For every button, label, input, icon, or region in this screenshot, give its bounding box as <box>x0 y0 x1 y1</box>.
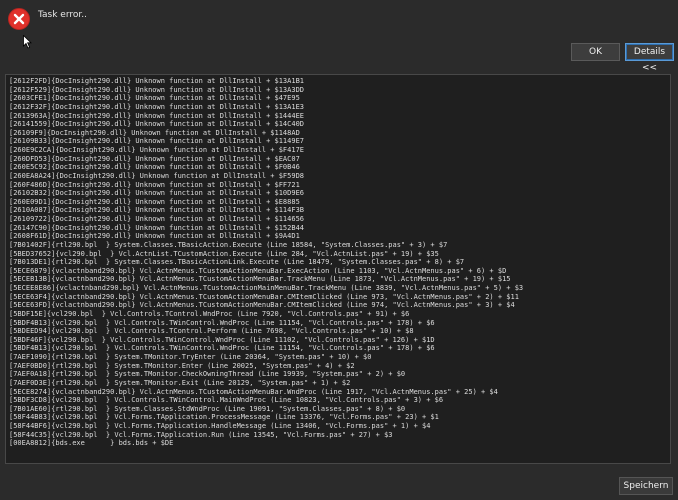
log-line: [26109B33]{DocInsight290.dll} Unknown fu… <box>9 137 305 146</box>
details-button[interactable]: Details << <box>625 43 674 73</box>
log-line: [5BED37652]{vcl290.bpl } Vcl.ActnList.TC… <box>9 249 439 258</box>
log-line: [26109F9]{DocInsight290.dll} Unknown fun… <box>9 128 300 137</box>
log-line: [5BDEED94]{vcl290.bpl } Vcl.Controls.TCo… <box>9 327 414 336</box>
log-line: [5ECE8274]{vclactnband290.bpl} Vcl.ActnM… <box>9 387 498 396</box>
log-line: [58F44B83]{vcl290.bpl } Vcl.Forms.TAppli… <box>9 413 439 422</box>
log-line: [260EA8A24]{DocInsight290.dll} Unknown f… <box>9 171 305 180</box>
log-line: [5ECE63FD]{vclactnband290.bpl} Vcl.ActnM… <box>9 301 515 310</box>
log-line: [00EA8812]{bds.exe } bds.bds + $DE <box>9 439 174 448</box>
log-line: [2612F2FD]{DocInsight290.dll} Unknown fu… <box>9 77 305 85</box>
log-line: [26102B32]{DocInsight290.dll} Unknown fu… <box>9 189 305 198</box>
log-line: [2610A087]{DocInsight290.dll} Unknown fu… <box>9 206 305 215</box>
log-line: [7B01402F]{rtl290.bpl } System.Classes.T… <box>9 240 448 249</box>
log-line: [2613963A]{DocInsight290.dll} Unknown fu… <box>9 111 305 120</box>
log-line: [26109722]{DocInsight290.dll} Unknown fu… <box>9 215 305 223</box>
log-line: [2608F61D]{DocInsight290.dll} Unknown fu… <box>9 232 300 241</box>
log-line: [7AEF1090]{rtl290.bpl } System.TMonitor.… <box>9 353 372 361</box>
log-line: [5ECE63F4]{vclactnband290.bpl} Vcl.ActnM… <box>9 292 519 301</box>
log-line: [2612F32F]{DocInsight290.dll} Unknown fu… <box>9 102 305 111</box>
error-icon <box>8 8 30 30</box>
log-line: [5ECE6879]{vclactnband290.bpl} Vcl.ActnM… <box>9 266 507 275</box>
log-line: [26147C90]{DocInsight290.dll} Unknown fu… <box>9 223 305 232</box>
log-line: [260E9C2CA]{DocInsight290.dll} Unknown f… <box>9 146 305 154</box>
mouse-cursor-icon <box>23 34 33 53</box>
error-log-textarea[interactable]: [2612F2FD]{DocInsight290.dll} Unknown fu… <box>5 74 671 464</box>
save-button[interactable]: Speichern <box>619 477 673 495</box>
log-line: [26141559]{DocInsight290.dll} Unknown fu… <box>9 120 305 129</box>
log-line: [260F486D]{DocInsight290.dll} Unknown fu… <box>9 180 300 189</box>
log-line: [260E5C92]{DocInsight290.dll} Unknown fu… <box>9 163 300 172</box>
log-line: [2603CFE1]{DocInsight290.dll} Unknown fu… <box>9 94 300 103</box>
log-line: [5ECEE8E86]{vclactnband290.bpl} Vcl.Actn… <box>9 284 524 292</box>
log-line: [5BDF4B13]{vcl290.bpl } Vcl.Controls.TWi… <box>9 344 435 353</box>
ok-button[interactable]: OK <box>571 43 620 61</box>
log-line: [7B013DE1]{rtl290.bpl } System.Classes.T… <box>9 258 465 267</box>
log-line: [58F44C35]{vcl290.bpl } Vcl.Forms.TAppli… <box>9 430 393 439</box>
log-line: [5BDF4B13]{vcl290.bpl } Vcl.Controls.TWi… <box>9 318 435 327</box>
log-line: [7AEF0A18]{rtl290.bpl } System.TMonitor.… <box>9 370 406 379</box>
log-line: [5ECEB13B]{vclactnband290.bpl} Vcl.ActnM… <box>9 275 511 284</box>
dialog-title: Task error.. <box>38 10 87 20</box>
log-line: [260DFD53]{DocInsight290.dll} Unknown fu… <box>9 154 300 163</box>
log-line: [2612F529]{DocInsight290.dll} Unknown fu… <box>9 85 305 94</box>
log-line: [5BDF46F]{vcl290.bpl } Vcl.Controls.TWin… <box>9 335 435 344</box>
log-line: [7B01AE60]{rtl290.bpl } System.Classes.S… <box>9 404 406 413</box>
log-line: [7AEF0D3E]{rtl290.bpl } System.TMonitor.… <box>9 378 351 387</box>
log-line: [5BDF15E]{vcl290.bpl } Vcl.Controls.TCon… <box>9 309 410 318</box>
log-line: [5BDF3CD8]{vcl290.bpl } Vcl.Controls.TWi… <box>9 396 444 405</box>
log-line: [7AEF0BD0]{rtl290.bpl } System.TMonitor.… <box>9 361 355 370</box>
log-line: [260E09D1]{DocInsight290.dll} Unknown fu… <box>9 197 300 206</box>
log-line: [58F44BF6]{vcl290.bpl } Vcl.Forms.TAppli… <box>9 422 431 430</box>
